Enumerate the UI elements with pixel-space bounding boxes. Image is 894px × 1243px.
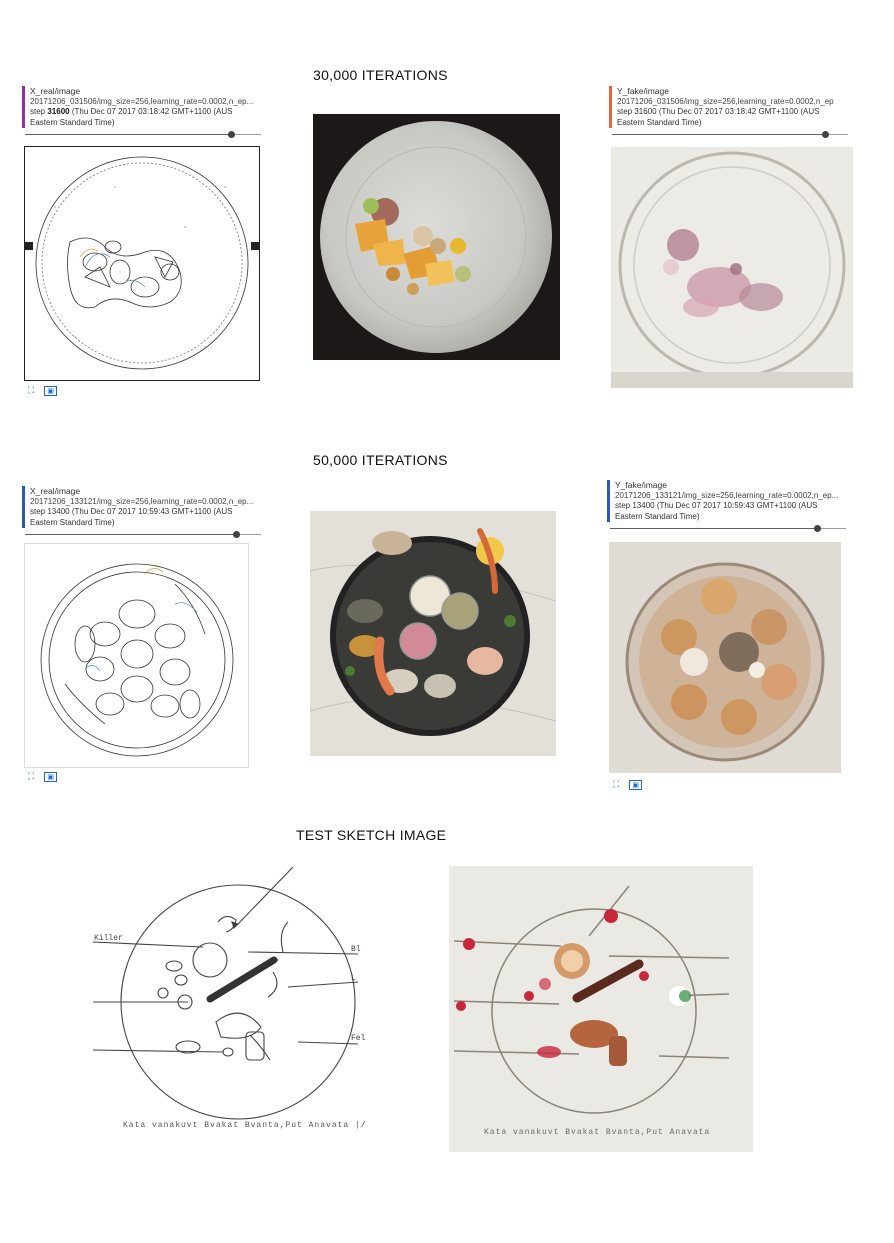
- expand-icon[interactable]: ⛶: [28, 385, 34, 396]
- section-title-test-sketch: TEST SKETCH IMAGE: [296, 827, 447, 843]
- step-label: step: [30, 107, 46, 116]
- card-toolbar: ⛶ ▣: [28, 771, 67, 782]
- test-sketch-input-image: Killer Bl L Fel Kata vanakuvt Bvakat Bva…: [88, 862, 383, 1144]
- y-fake-generated-image-50k: [609, 542, 841, 773]
- card-tag: X_real/image: [30, 486, 81, 496]
- step-label: step: [30, 507, 46, 516]
- slider-knob[interactable]: [233, 531, 240, 538]
- slider-knob[interactable]: [814, 525, 821, 532]
- card-run-name: 20171206_133121/img_size=256,learning_ra…: [615, 490, 839, 500]
- card-header: Y_fake/image 20171206_031506/img_size=25…: [609, 86, 849, 128]
- sketch-caption: Kata vanakuvt Bvakat Bvanta,Put Anavata …: [123, 1121, 367, 1130]
- x-real-sketch-image-30k: [24, 146, 260, 381]
- test-sketch-generated-output: Kata vanakuvt Bvakat Bvanta,Put Anavata: [449, 866, 753, 1152]
- step-value: 31600: [47, 107, 70, 116]
- svg-text:Kata vanakuvt Bvakat Bvanta,: Kata vanakuvt Bvakat Bvanta,Put Anavata: [484, 1128, 710, 1137]
- step-slider[interactable]: [612, 131, 848, 139]
- section-title-30000: 30,000 ITERATIONS: [313, 67, 448, 83]
- step-slider[interactable]: [25, 131, 261, 139]
- card-run-name: 20171206_031506/img_size=256,learning_ra…: [617, 96, 834, 106]
- step-value: 13400: [632, 501, 655, 510]
- x-real-sketch-image-50k: [24, 543, 249, 768]
- step-value: 13400: [47, 507, 70, 516]
- step-label: step: [617, 107, 633, 116]
- card-run-name: 20171206_031506/img_size=256,learning_ra…: [30, 96, 254, 106]
- svg-text:Bl: Bl: [351, 945, 361, 954]
- card-header: X_real/image 20171206_031506/img_size=25…: [22, 86, 262, 128]
- tensorboard-card-x-real-50k: X_real/image 20171206_133121/img_size=25…: [22, 486, 262, 539]
- step-slider[interactable]: [25, 531, 261, 539]
- step-value: 31600: [634, 107, 657, 116]
- card-tag: X_real/image: [30, 86, 81, 96]
- tensorboard-card-y-fake-50k: Y_fake/image 20171206_133121/img_size=25…: [607, 480, 847, 533]
- expand-icon[interactable]: ⛶: [28, 771, 34, 782]
- tensorboard-card-y-fake-30k: Y_fake/image 20171206_031506/img_size=25…: [609, 86, 849, 139]
- image-icon[interactable]: ▣: [629, 780, 642, 790]
- food-photo-plate: [313, 114, 560, 360]
- svg-text:Fel: Fel: [351, 1034, 366, 1043]
- slider-knob[interactable]: [228, 131, 235, 138]
- image-icon[interactable]: ▣: [44, 386, 57, 396]
- card-run-name: 20171206_133121/img_size=256,learning_ra…: [30, 496, 254, 506]
- card-toolbar: ⛶ ▣: [613, 779, 652, 790]
- y-fake-generated-image-30k: [611, 147, 853, 388]
- section-title-50000: 50,000 ITERATIONS: [313, 452, 448, 468]
- step-label: step: [615, 501, 631, 510]
- slider-knob[interactable]: [822, 131, 829, 138]
- card-tag: Y_fake/image: [617, 86, 669, 96]
- card-header: X_real/image 20171206_133121/img_size=25…: [22, 486, 262, 528]
- step-slider[interactable]: [610, 525, 846, 533]
- svg-text:Killer: Killer: [94, 934, 123, 943]
- card-header: Y_fake/image 20171206_133121/img_size=25…: [607, 480, 847, 522]
- card-tag: Y_fake/image: [615, 480, 667, 490]
- svg-text:L: L: [351, 974, 356, 983]
- tensorboard-card-x-real-30k: X_real/image 20171206_031506/img_size=25…: [22, 86, 262, 139]
- food-photo-seafood-platter: [310, 511, 556, 756]
- card-toolbar: ⛶ ▣: [28, 385, 67, 396]
- expand-icon[interactable]: ⛶: [613, 779, 619, 790]
- image-icon[interactable]: ▣: [44, 772, 57, 782]
